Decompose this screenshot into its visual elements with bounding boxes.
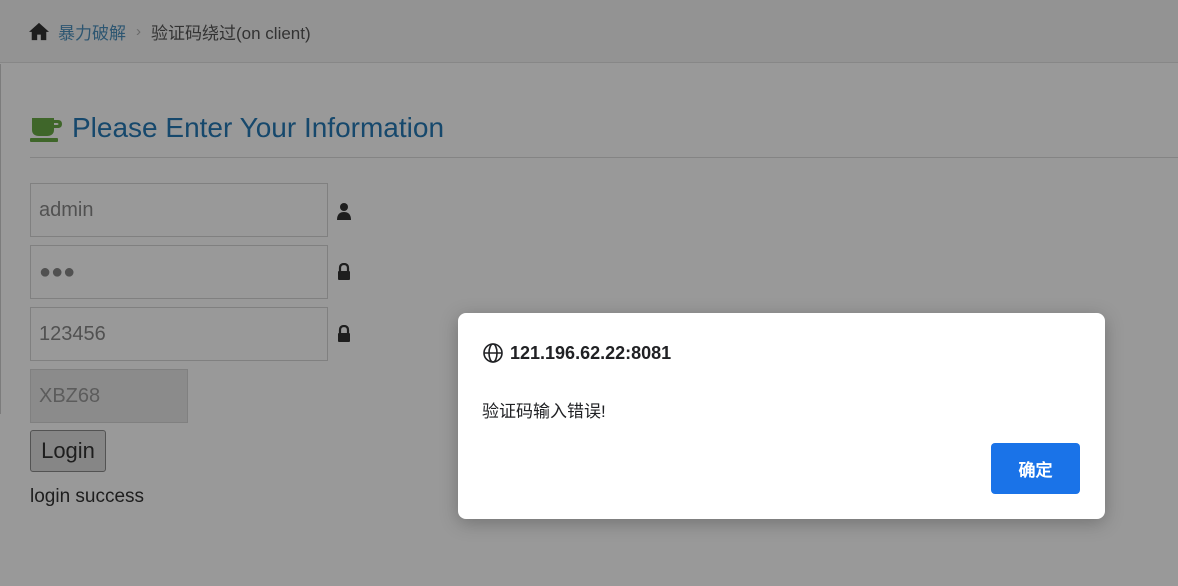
alert-dialog: 121.196.62.22:8081 验证码输入错误! 确定 [458, 313, 1105, 519]
globe-icon [483, 343, 503, 363]
dialog-origin-text: 121.196.62.22:8081 [510, 342, 672, 363]
dialog-message: 验证码输入错误! [482, 402, 606, 421]
dialog-origin: 121.196.62.22:8081 [482, 342, 671, 364]
ok-button[interactable]: 确定 [991, 443, 1080, 494]
